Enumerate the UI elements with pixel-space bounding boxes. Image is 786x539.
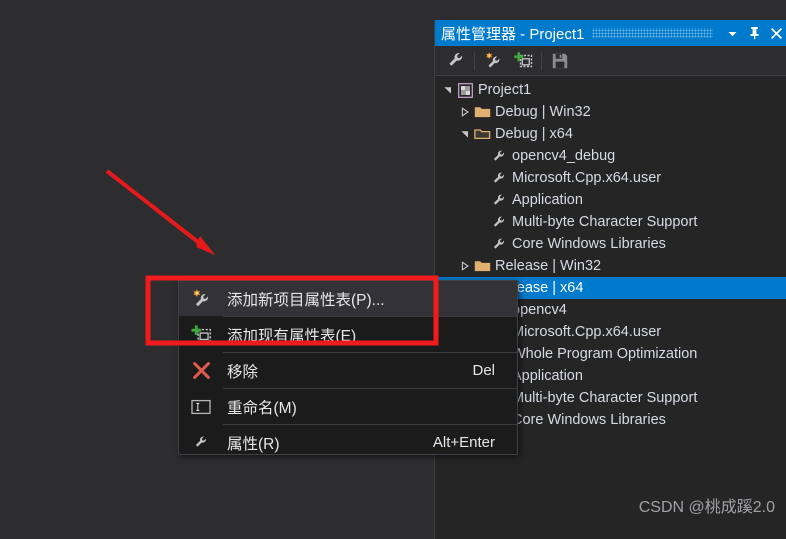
wrench-star-icon: [179, 281, 223, 316]
tree-row-label: Multi-byte Character Support: [512, 390, 698, 406]
tree-row-label: Core Windows Libraries: [512, 236, 666, 252]
wrench-icon: [489, 233, 509, 255]
context-menu-item[interactable]: 属性(R) Alt+Enter: [179, 425, 517, 460]
tree-row[interactable]: Project1: [435, 79, 786, 101]
tree-row-label: Debug | Win32: [495, 104, 591, 120]
context-menu-item[interactable]: 添加现有属性表(E): [179, 317, 517, 352]
tree-row-label: Application: [512, 192, 583, 208]
tree-row[interactable]: Release | Win32: [435, 255, 786, 277]
chevron-right-icon[interactable]: [458, 255, 472, 277]
page-title: 属性管理器 - Project1: [441, 25, 585, 43]
context-menu-item-label: 重命名(M): [227, 399, 297, 417]
context-menu[interactable]: 添加新项目属性表(P)... 添加现有属性表(E) 移除 Del 重命名(M) 属性(R)…: [178, 280, 518, 455]
chevron-down-icon[interactable]: [441, 79, 455, 101]
add-sheet-icon[interactable]: [508, 48, 538, 74]
project-icon: [455, 79, 475, 101]
context-menu-item-shortcut: Del: [472, 362, 495, 379]
toolbar-separator: [474, 51, 475, 70]
rename-icon: [179, 389, 223, 424]
tree-row-label: Project1: [478, 82, 532, 98]
remove-x-icon: [179, 353, 223, 388]
tree-row[interactable]: Application: [435, 189, 786, 211]
tree-row[interactable]: Debug | x64: [435, 123, 786, 145]
tool-window-title-bar: 属性管理器 - Project1: [435, 20, 786, 46]
tree-row-label: Application: [512, 368, 583, 384]
context-menu-item-label: 添加新项目属性表(P)...: [227, 291, 385, 309]
tree-row-label: Release | Win32: [495, 258, 602, 274]
wrench-icon: [489, 145, 509, 167]
watermark: CSDN @桃成蹊2.0: [638, 499, 775, 516]
toolbar-separator-2: [541, 51, 542, 70]
tree-row-label: Debug | x64: [495, 126, 573, 142]
wrench-icon: [489, 189, 509, 211]
tree-row[interactable]: Multi-byte Character Support: [435, 211, 786, 233]
folder-closed-icon: [472, 255, 492, 277]
tool-window-toolbar: [435, 46, 786, 76]
folder-open-icon: [472, 123, 492, 145]
tree-expander-placeholder: [475, 211, 489, 233]
title-drag-dots: [592, 28, 713, 38]
context-menu-item[interactable]: 添加新项目属性表(P)...: [179, 281, 517, 316]
context-menu-item[interactable]: 移除 Del: [179, 353, 517, 388]
context-menu-item[interactable]: 重命名(M): [179, 389, 517, 424]
tree-row[interactable]: Core Windows Libraries: [435, 233, 786, 255]
wrench-icon[interactable]: [441, 48, 471, 74]
tree-expander-placeholder: [475, 145, 489, 167]
tree-row[interactable]: Debug | Win32: [435, 101, 786, 123]
tree-row[interactable]: Microsoft.Cpp.x64.user: [435, 167, 786, 189]
close-icon[interactable]: [765, 21, 786, 45]
tree-expander-placeholder: [475, 233, 489, 255]
wrench-star-icon[interactable]: [478, 48, 508, 74]
add-sheet-icon: [179, 317, 223, 352]
save-icon[interactable]: [545, 48, 575, 74]
context-menu-item-label: 添加现有属性表(E): [227, 327, 357, 345]
tree-row-label: Whole Program Optimization: [512, 346, 698, 362]
chevron-down-icon[interactable]: [721, 21, 743, 45]
tree-row-label: opencv4_debug: [512, 148, 616, 164]
tree-expander-placeholder: [475, 167, 489, 189]
wrench-icon: [489, 211, 509, 233]
chevron-right-icon[interactable]: [458, 101, 472, 123]
chevron-down-icon[interactable]: [458, 123, 472, 145]
context-menu-item-label: 属性(R): [227, 435, 280, 453]
folder-closed-icon: [472, 101, 492, 123]
context-menu-item-shortcut: Alt+Enter: [432, 434, 495, 451]
wrench-icon: [489, 167, 509, 189]
tree-row-label: Microsoft.Cpp.x64.user: [512, 170, 662, 186]
pin-icon[interactable]: [743, 21, 765, 45]
tree-row-label: Core Windows Libraries: [512, 412, 666, 428]
tree-row-label: Multi-byte Character Support: [512, 214, 698, 230]
tree-row[interactable]: opencv4_debug: [435, 145, 786, 167]
tree-row-label: Microsoft.Cpp.x64.user: [512, 324, 662, 340]
tree-expander-placeholder: [475, 189, 489, 211]
red-arrow: [105, 169, 215, 255]
wrench-icon: [179, 425, 223, 460]
screenshot-canvas: 属性管理器 - Project1 Project1 Debug | Win32 …: [0, 0, 786, 539]
context-menu-item-label: 移除: [227, 363, 259, 381]
